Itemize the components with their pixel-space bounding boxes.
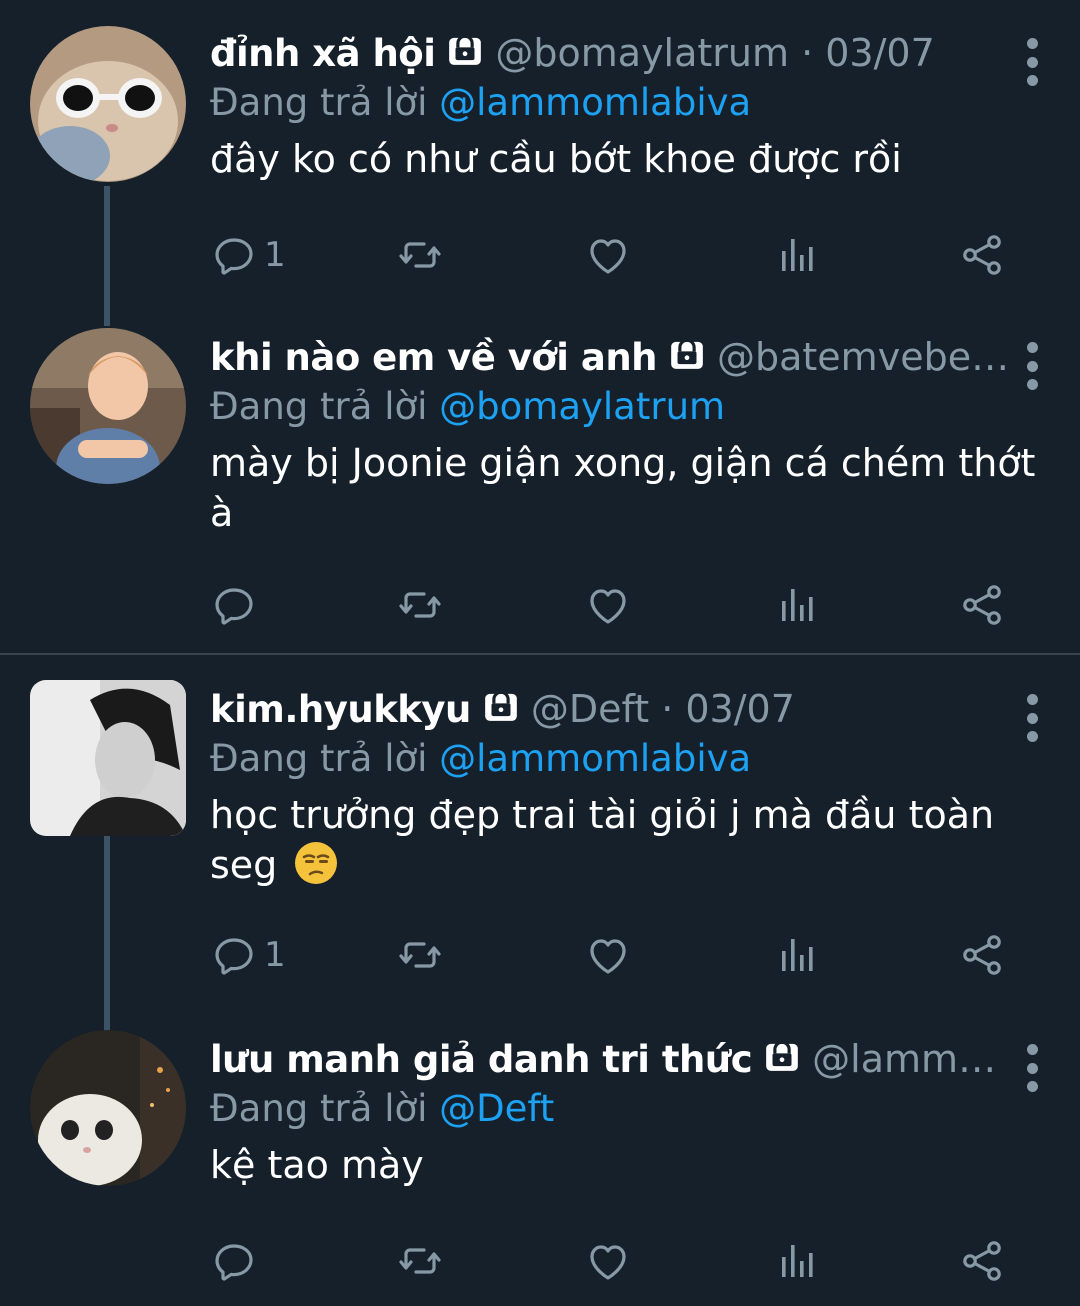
- analytics-button[interactable]: [772, 930, 820, 980]
- lock-icon: [481, 686, 521, 724]
- analytics-button[interactable]: [772, 580, 820, 630]
- lock-icon: [445, 30, 485, 68]
- share-button[interactable]: [958, 580, 1006, 630]
- reply-button[interactable]: 1: [210, 930, 286, 980]
- display-name[interactable]: lưu manh giả danh tri thức: [210, 1038, 753, 1081]
- tweet-text-container: học trưởng đẹp trai tài giỏi j mà đầu to…: [210, 790, 1050, 890]
- share-button[interactable]: [958, 930, 1006, 980]
- replying-to: Đang trả lời @bomaylatrum: [210, 382, 1050, 432]
- replying-to: Đang trả lời @Deft: [210, 1084, 1050, 1134]
- like-button[interactable]: [584, 930, 632, 980]
- handle-and-date[interactable]: @bomaylatrum · 03/07: [495, 31, 934, 75]
- retweet-button[interactable]: [396, 930, 444, 980]
- retweet-icon: [396, 231, 444, 279]
- replying-to-label: Đang trả lời: [210, 737, 440, 780]
- share-icon: [958, 931, 1006, 979]
- action-bar: 1: [210, 930, 1010, 980]
- more-icon[interactable]: [1014, 1040, 1050, 1096]
- handle[interactable]: @batemveben...: [717, 335, 1017, 379]
- replying-to-label: Đang trả lời: [210, 385, 440, 428]
- share-icon: [958, 581, 1006, 629]
- replying-to: Đang trả lời @lammomlabiva: [210, 78, 1050, 128]
- tweet-text: đây ko có như cầu bớt khoe được rồi: [210, 137, 902, 181]
- more-icon[interactable]: [1014, 690, 1050, 746]
- reply-mention-link[interactable]: @lammomlabiva: [439, 81, 751, 124]
- action-bar: 1: [210, 230, 1010, 280]
- handle[interactable]: @lammo...: [812, 1037, 1012, 1081]
- tweet-3[interactable]: kim.hyukkyu @Deft · 03/07 Đang trả lời @…: [0, 656, 1080, 1032]
- retweet-icon: [396, 1237, 444, 1285]
- avatar[interactable]: [30, 1030, 186, 1186]
- reply-icon: [210, 1237, 258, 1285]
- lock-icon: [762, 1036, 802, 1074]
- retweet-button[interactable]: [396, 230, 444, 280]
- like-button[interactable]: [584, 230, 632, 280]
- reply-mention-link[interactable]: @bomaylatrum: [439, 385, 725, 428]
- analytics-button[interactable]: [772, 230, 820, 280]
- avatar[interactable]: [30, 26, 186, 182]
- tweet-4[interactable]: lưu manh giả danh tri thức @lammo... Đan…: [0, 1018, 1080, 1306]
- reply-mention-link[interactable]: @Deft: [439, 1087, 554, 1130]
- retweet-icon: [396, 581, 444, 629]
- like-icon: [584, 1237, 632, 1285]
- share-icon: [958, 231, 1006, 279]
- display-name[interactable]: khi nào em về với anh: [210, 336, 658, 379]
- thread-line: [104, 186, 110, 326]
- action-bar: [210, 580, 1010, 630]
- share-icon: [958, 1237, 1006, 1285]
- like-button[interactable]: [584, 580, 632, 630]
- reply-mention-link[interactable]: @lammomlabiva: [439, 737, 751, 780]
- unamused-face-emoji: [295, 842, 338, 884]
- more-icon[interactable]: [1014, 338, 1050, 394]
- reply-count: 1: [264, 935, 286, 975]
- analytics-icon: [772, 1237, 820, 1285]
- tweet-1[interactable]: đỉnh xã hội @bomaylatrum · 03/07 Đang tr…: [0, 0, 1080, 326]
- like-button[interactable]: [584, 1236, 632, 1286]
- reply-button[interactable]: 1: [210, 230, 286, 280]
- replying-to-label: Đang trả lời: [210, 81, 440, 124]
- display-name[interactable]: kim.hyukkyu: [210, 688, 471, 731]
- analytics-icon: [772, 231, 820, 279]
- reply-icon: [210, 231, 258, 279]
- analytics-icon: [772, 581, 820, 629]
- like-icon: [584, 231, 632, 279]
- thread-line: [104, 836, 110, 1032]
- more-icon[interactable]: [1014, 34, 1050, 90]
- replying-to: Đang trả lời @lammomlabiva: [210, 734, 1050, 784]
- replying-to-label: Đang trả lời: [210, 1087, 440, 1130]
- reply-button[interactable]: [210, 580, 264, 630]
- conversation-divider: [0, 653, 1080, 655]
- reply-count: 1: [264, 235, 286, 275]
- share-button[interactable]: [958, 230, 1006, 280]
- tweet-text: kệ tao mày: [210, 1143, 424, 1187]
- retweet-button[interactable]: [396, 580, 444, 630]
- share-button[interactable]: [958, 1236, 1006, 1286]
- analytics-button[interactable]: [772, 1236, 820, 1286]
- handle-and-date[interactable]: @Deft · 03/07: [531, 687, 795, 731]
- reply-icon: [210, 581, 258, 629]
- reply-button[interactable]: [210, 1236, 264, 1286]
- action-bar: [210, 1236, 1010, 1286]
- analytics-icon: [772, 931, 820, 979]
- reply-icon: [210, 931, 258, 979]
- lock-icon: [667, 334, 707, 372]
- tweet-2[interactable]: khi nào em về với anh @batemveben... Đan…: [0, 310, 1080, 654]
- tweet-text: mày bị Joonie giận xong, giận cá chém th…: [210, 441, 1036, 535]
- like-icon: [584, 581, 632, 629]
- retweet-icon: [396, 931, 444, 979]
- display-name[interactable]: đỉnh xã hội: [210, 32, 436, 75]
- retweet-button[interactable]: [396, 1236, 444, 1286]
- avatar[interactable]: [30, 680, 186, 836]
- like-icon: [584, 931, 632, 979]
- avatar[interactable]: [30, 328, 186, 484]
